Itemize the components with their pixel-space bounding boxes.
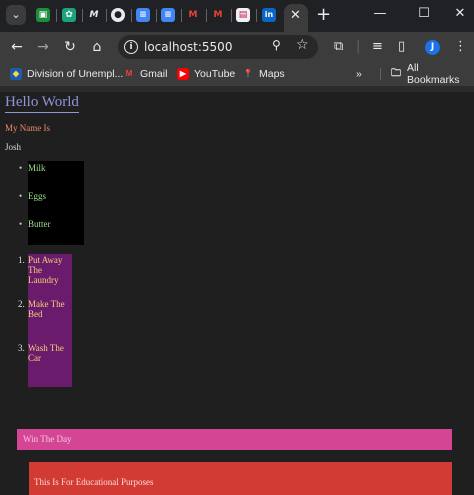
tab-separator [206, 9, 207, 22]
maximize-icon[interactable]: ☐ [414, 6, 434, 22]
back-arrow-icon[interactable]: ← [8, 38, 26, 56]
list-item: 3. Wash The Car [18, 343, 70, 363]
close-window-icon[interactable]: ✕ [450, 6, 470, 22]
new-tab-plus-icon[interactable]: + [316, 5, 331, 25]
maps-icon: 📍 [243, 69, 253, 78]
notice-text: This Is For Educational Purposes [34, 477, 154, 487]
bookmark-youtube[interactable]: ▶ YouTube [177, 67, 235, 81]
bookmark-gmail[interactable]: M Gmail [123, 67, 168, 81]
tab-separator [56, 9, 57, 22]
home-icon[interactable]: ⌂ [88, 38, 106, 56]
list-item: 1. Put Away The Laundry [18, 255, 70, 285]
address-bar[interactable]: i localhost:5500 ⚲ ☆ [118, 35, 318, 59]
tab-separator [106, 9, 107, 22]
bookmark-star-icon[interactable]: ☆ [296, 37, 309, 53]
minimize-icon[interactable]: — [370, 6, 390, 22]
bookmark-maps[interactable]: 📍 Maps [242, 67, 285, 81]
tab-search-chevron-icon[interactable]: ⌄ [6, 5, 26, 25]
tab-github-icon[interactable]: ● [111, 8, 125, 22]
list-item-text: Wash The Car [28, 343, 64, 363]
tab-gmail-icon-2[interactable]: M [211, 8, 225, 22]
menu-kebab-icon[interactable]: ⋮ [454, 39, 467, 55]
division-icon: ◆ [10, 68, 22, 80]
tab-chatgpt-icon[interactable]: ✿ [62, 8, 76, 22]
grocery-list: Milk Eggs Butter [19, 161, 84, 245]
tab-docs-icon[interactable]: ≡ [136, 8, 150, 22]
tab-green-app-icon[interactable]: ▣ [36, 8, 50, 22]
tab-separator [256, 9, 257, 22]
list-item-text: Make The Bed [28, 299, 65, 319]
banner-text: Win The Day [23, 434, 72, 444]
url-text[interactable]: localhost:5500 [144, 39, 232, 55]
tab-gmail-icon[interactable]: M [186, 8, 200, 22]
bookmark-label: YouTube [194, 68, 236, 80]
all-bookmarks-button[interactable]: 🗀 All Bookmarks [390, 62, 474, 86]
side-panel-icon[interactable]: ▯ [398, 39, 405, 55]
gmail-icon: M [125, 69, 133, 78]
name-text: Josh [5, 142, 22, 152]
tab-separator [231, 9, 232, 22]
bookmarks-overflow-button[interactable]: » [356, 67, 362, 81]
list-number: 3. [18, 343, 25, 353]
chevron-double-icon: » [356, 68, 362, 80]
page-viewport: Hello World My Name Is Josh Milk Eggs Bu… [0, 92, 474, 495]
all-bookmarks-label: All Bookmarks [406, 62, 460, 86]
folder-icon: 🗀 [390, 68, 401, 79]
subheading: My Name Is [5, 123, 50, 133]
bookmark-label: Gmail [140, 68, 168, 80]
extensions-puzzle-icon[interactable]: ⧉ [334, 39, 343, 55]
list-item: Eggs [19, 190, 46, 202]
toolbar-divider: | [356, 39, 361, 54]
active-tab[interactable]: ✕ [284, 4, 308, 32]
page-heading: Hello World [5, 93, 79, 113]
tab-separator [156, 9, 157, 22]
tab-medium-icon[interactable]: M [87, 8, 101, 22]
bookmark-division[interactable]: ◆ Division of Unempl... [10, 67, 123, 81]
bookmarks-bar: ◆ Division of Unempl... M Gmail ▶ YouTub… [0, 62, 474, 87]
list-item: Milk [19, 162, 45, 174]
profile-avatar[interactable]: J [425, 40, 440, 55]
media-queue-icon[interactable]: ≡ [372, 39, 383, 55]
reload-icon[interactable]: ↻ [61, 38, 79, 56]
bookmark-label: Division of Unempl... [27, 68, 124, 80]
educational-notice: This Is For Educational Purposes [29, 462, 452, 495]
tab-separator [131, 9, 132, 22]
list-number: 2. [18, 299, 25, 309]
tab-separator [82, 9, 83, 22]
tab-docs-icon-2[interactable]: ≡ [161, 8, 175, 22]
list-item: Butter [19, 218, 50, 230]
chores-list: 1. Put Away The Laundry 2. Make The Bed … [18, 254, 72, 387]
tab-linkedin-icon[interactable]: in [262, 8, 276, 22]
forward-arrow-icon[interactable]: → [34, 38, 52, 56]
close-tab-icon[interactable]: ✕ [290, 9, 301, 23]
list-item-text: Put Away The Laundry [28, 255, 63, 285]
bookmarks-divider [380, 68, 381, 80]
tab-separator [181, 9, 182, 22]
tab-strip: ⌄ ▣ ✿ M ● ≡ ≡ M M ▤ in ✕ + — ☐ ✕ [0, 0, 474, 32]
list-number: 1. [18, 255, 25, 265]
browser-toolbar: ← → ↻ ⌂ i localhost:5500 ⚲ ☆ ⧉ | ≡ ▯ J ⋮ [0, 32, 474, 62]
youtube-icon: ▶ [177, 68, 189, 80]
zoom-search-icon[interactable]: ⚲ [272, 38, 281, 52]
tab-image-icon[interactable]: ▤ [236, 8, 250, 22]
win-the-day-banner: Win The Day [17, 429, 452, 450]
site-info-icon[interactable]: i [124, 40, 138, 54]
bookmark-label: Maps [259, 68, 285, 80]
list-item: 2. Make The Bed [18, 299, 70, 319]
